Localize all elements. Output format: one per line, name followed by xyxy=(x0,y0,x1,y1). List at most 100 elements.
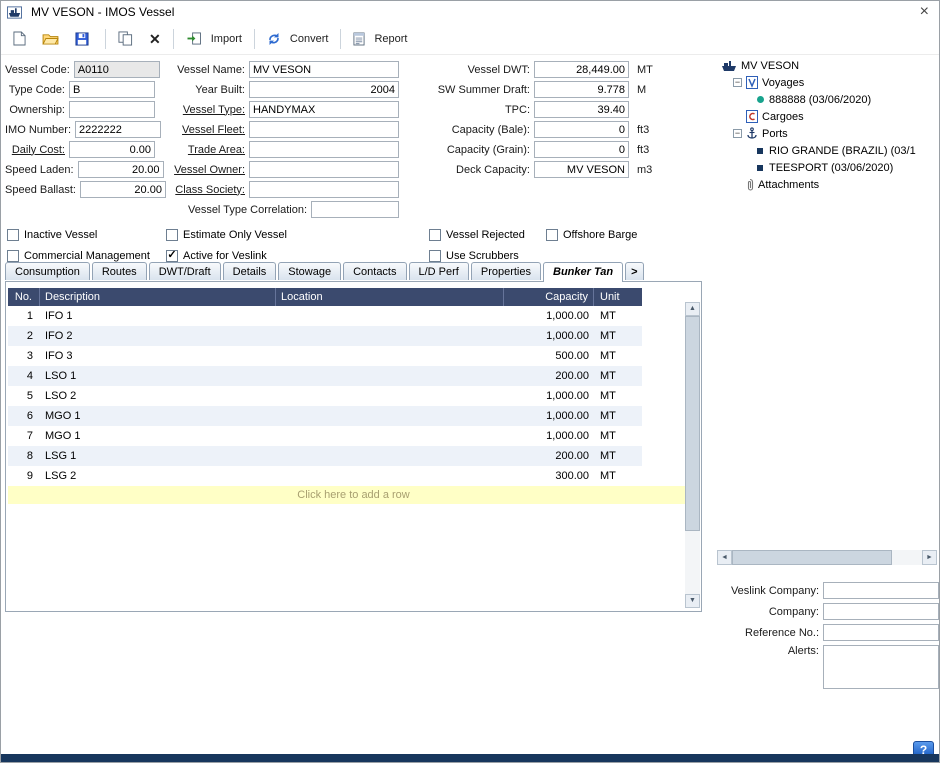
tab-contacts[interactable]: Contacts xyxy=(343,262,406,280)
year-built-field[interactable] xyxy=(249,81,399,98)
tab-dwt-draft[interactable]: DWT/Draft xyxy=(149,262,221,280)
ship-icon xyxy=(721,60,737,72)
scroll-down-icon[interactable]: ▼ xyxy=(685,594,700,608)
save-button[interactable] xyxy=(69,28,99,50)
tab-routes[interactable]: Routes xyxy=(92,262,147,280)
vessel-dwt-field[interactable] xyxy=(534,61,629,78)
tree-item-label: TEESPORT (03/06/2020) xyxy=(769,162,893,174)
convert-button[interactable]: Convert xyxy=(261,28,335,50)
company-field[interactable] xyxy=(823,603,939,620)
checkbox-use-scrubbers[interactable]: Use Scrubbers xyxy=(429,249,519,263)
paperclip-icon xyxy=(746,178,754,192)
checkbox-label: Commercial Management xyxy=(24,250,150,262)
cell-no: 4 xyxy=(8,366,40,386)
checkbox-inactive-vessel[interactable]: Inactive Vessel xyxy=(7,228,97,242)
scroll-right-icon[interactable]: ► xyxy=(922,550,937,565)
table-row[interactable]: 8LSG 1200.00MT xyxy=(8,446,642,466)
table-row[interactable]: 3IFO 3500.00MT xyxy=(8,346,642,366)
veslink-company-field[interactable] xyxy=(823,582,939,599)
veslink-company-label: Veslink Company: xyxy=(715,585,823,597)
toolbar-separator xyxy=(105,29,106,49)
tab-stowage[interactable]: Stowage xyxy=(278,262,341,280)
report-button[interactable]: Report xyxy=(347,28,413,50)
collapse-icon[interactable]: − xyxy=(733,78,742,87)
capacity-grain-label: Capacity (Grain): xyxy=(413,144,534,156)
vessel-type-correlation-field[interactable] xyxy=(311,201,399,218)
class-society-field[interactable] xyxy=(249,181,399,198)
cell-no: 3 xyxy=(8,346,40,366)
scroll-up-icon[interactable]: ▲ xyxy=(685,302,700,316)
tree-item-port-teesport[interactable]: TEESPORT (03/06/2020) xyxy=(715,159,939,176)
tab-properties[interactable]: Properties xyxy=(471,262,541,280)
vessel-fleet-link[interactable]: Vessel Fleet: xyxy=(131,124,249,136)
vessel-type-link[interactable]: Vessel Type: xyxy=(131,104,249,116)
table-row[interactable]: 6MGO 11,000.00MT xyxy=(8,406,642,426)
tree-root-vessel[interactable]: MV VESON xyxy=(715,57,939,74)
capacity-bale-field[interactable] xyxy=(534,121,629,138)
open-button[interactable] xyxy=(36,28,69,49)
form-right-column: Vessel DWT:MT SW Summer Draft:M TPC: Cap… xyxy=(413,61,663,181)
table-row[interactable]: 5LSO 21,000.00MT xyxy=(8,386,642,406)
table-row[interactable]: 9LSG 2300.00MT xyxy=(8,466,642,486)
checkbox-box xyxy=(166,229,178,241)
checkbox-vessel-rejected[interactable]: Vessel Rejected xyxy=(429,228,525,242)
tree-item-port-rio-grande[interactable]: RIO GRANDE (BRAZIL) (03/1 xyxy=(715,142,939,159)
cell-capacity: 1,000.00 xyxy=(504,306,594,326)
tree-item-label: RIO GRANDE (BRAZIL) (03/1 xyxy=(769,145,916,157)
checkbox-estimate-only-vessel[interactable]: Estimate Only Vessel xyxy=(166,228,287,242)
table-row[interactable]: 4LSO 1200.00MT xyxy=(8,366,642,386)
tab-scroll-right-button[interactable]: > xyxy=(625,262,643,280)
class-society-link[interactable]: Class Society: xyxy=(131,184,249,196)
tab-bunker-tanks[interactable]: Bunker Tan xyxy=(543,262,623,282)
scrollbar-thumb[interactable] xyxy=(732,550,892,565)
table-row[interactable]: 7MGO 11,000.00MT xyxy=(8,426,642,446)
cell-location xyxy=(276,466,504,486)
tree-item-attachments[interactable]: Attachments xyxy=(715,176,939,193)
vessel-type-field[interactable] xyxy=(249,101,399,118)
tree-horizontal-scrollbar[interactable]: ◄ ► xyxy=(717,550,937,565)
tree-item-voyages[interactable]: − Voyages xyxy=(715,74,939,91)
collapse-icon[interactable]: − xyxy=(733,129,742,138)
close-icon[interactable]: × xyxy=(920,2,929,22)
grid-vertical-scrollbar[interactable]: ▲ ▼ xyxy=(685,302,700,608)
trade-area-field[interactable] xyxy=(249,141,399,158)
table-row[interactable]: 1IFO 11,000.00MT xyxy=(8,306,642,326)
trade-area-link[interactable]: Trade Area: xyxy=(131,144,249,156)
sw-summer-draft-field[interactable] xyxy=(534,81,629,98)
tree-item-ports[interactable]: − Ports xyxy=(715,125,939,142)
checkbox-active-for-veslink[interactable]: Active for Veslink xyxy=(166,249,267,263)
tree-item-voyage-888888[interactable]: 888888 (03/06/2020) xyxy=(715,91,939,108)
table-row[interactable]: 2IFO 21,000.00MT xyxy=(8,326,642,346)
daily-cost-link[interactable]: Daily Cost: xyxy=(5,144,69,156)
vessel-tree: MV VESON − Voyages 888888 (03/06/2020) C… xyxy=(715,57,939,193)
vessel-owner-link[interactable]: Vessel Owner: xyxy=(131,164,249,176)
cell-unit: MT xyxy=(594,466,642,486)
cell-location xyxy=(276,366,504,386)
tab-details[interactable]: Details xyxy=(223,262,277,280)
capacity-grain-field[interactable] xyxy=(534,141,629,158)
deck-capacity-field[interactable] xyxy=(534,161,629,178)
delete-button[interactable]: ✕ xyxy=(143,28,167,50)
checkbox-commercial-management[interactable]: Commercial Management xyxy=(7,249,150,263)
alerts-field[interactable] xyxy=(823,645,939,689)
tab-consumption[interactable]: Consumption xyxy=(5,262,90,280)
checkbox-label: Offshore Barge xyxy=(563,229,637,241)
cell-capacity: 1,000.00 xyxy=(504,386,594,406)
tree-item-cargoes[interactable]: Cargoes xyxy=(715,108,939,125)
new-button[interactable] xyxy=(7,27,36,50)
tpc-field[interactable] xyxy=(534,101,629,118)
reference-no-field[interactable] xyxy=(823,624,939,641)
import-button[interactable]: Import xyxy=(180,28,248,49)
vessel-fleet-field[interactable] xyxy=(249,121,399,138)
checkbox-offshore-barge[interactable]: Offshore Barge xyxy=(546,228,637,242)
add-row-button[interactable]: Click here to add a row xyxy=(8,486,699,504)
scroll-left-icon[interactable]: ◄ xyxy=(717,550,732,565)
copy-button[interactable] xyxy=(112,27,143,50)
vessel-owner-field[interactable] xyxy=(249,161,399,178)
tree-item-label: 888888 (03/06/2020) xyxy=(769,94,871,106)
cell-unit: MT xyxy=(594,366,642,386)
scrollbar-thumb[interactable] xyxy=(685,316,700,531)
vessel-name-field[interactable] xyxy=(249,61,399,78)
vessel-name-label: Vessel Name: xyxy=(131,64,249,76)
tab-ld-perf[interactable]: L/D Perf xyxy=(409,262,469,280)
